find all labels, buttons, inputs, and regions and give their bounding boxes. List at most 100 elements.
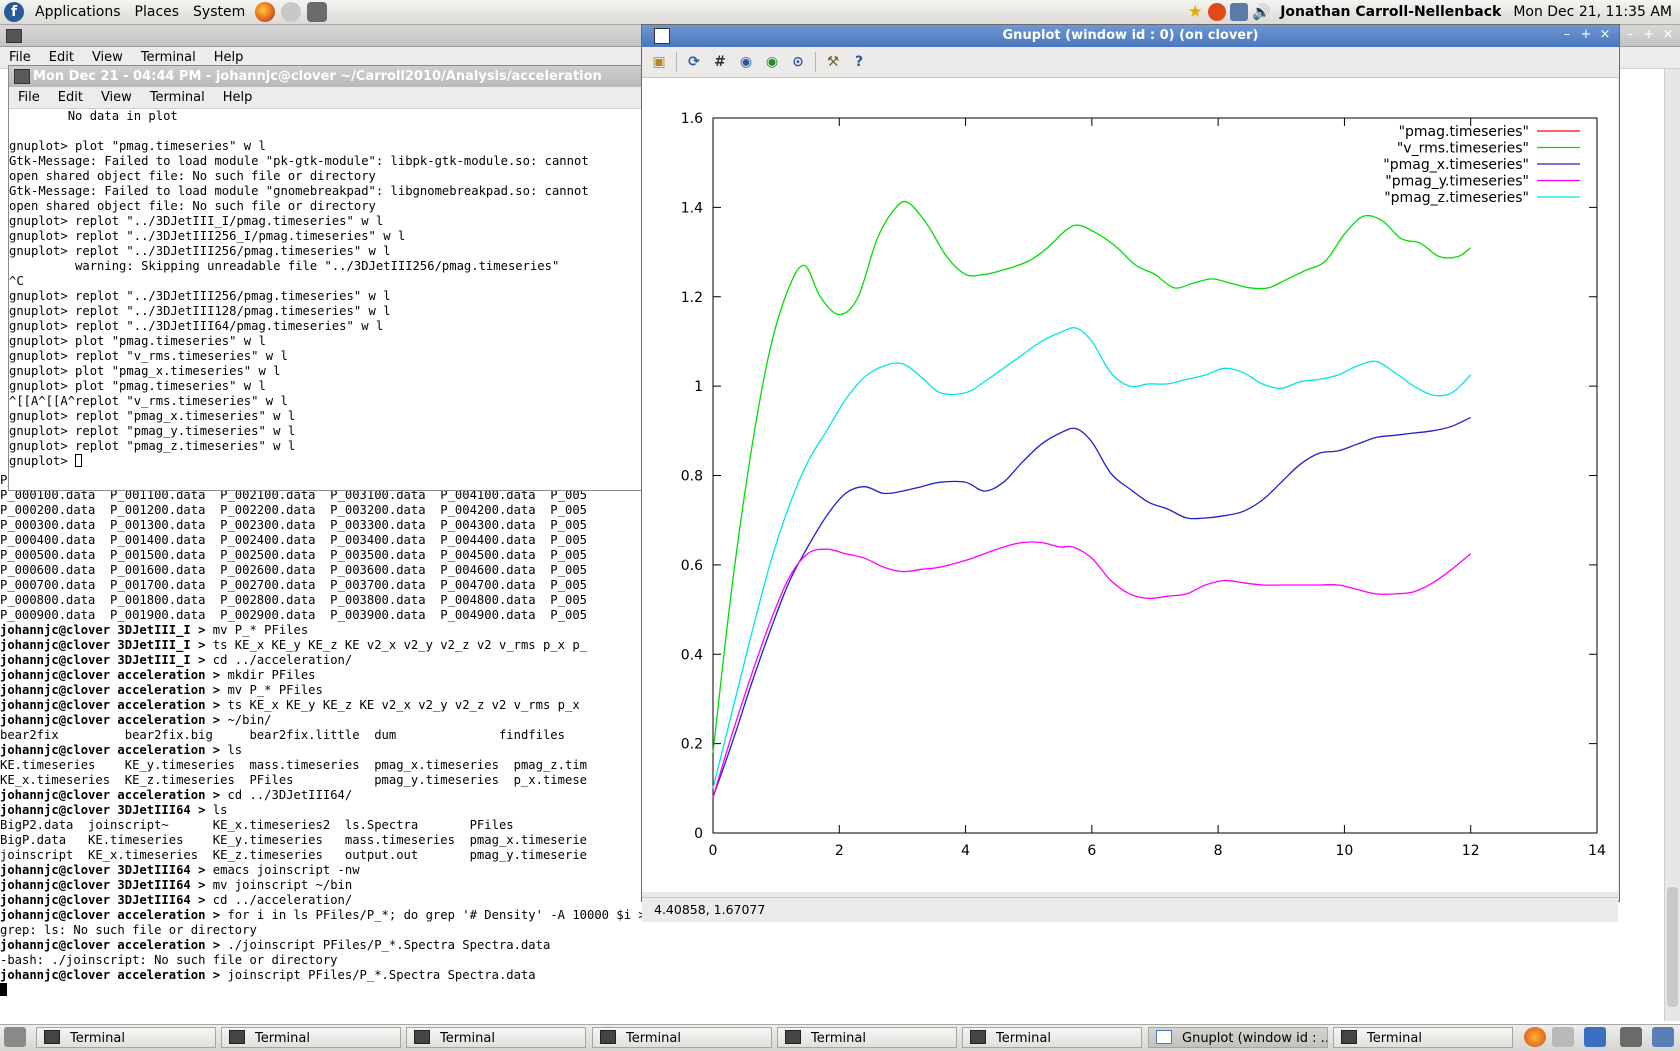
shell-command: ls <box>227 743 243 757</box>
shell-command: cd ../3DJetIII64/ <box>227 788 353 802</box>
shell-prompt: johannjc@clover 3DJetIII64 > <box>0 878 213 892</box>
trash-icon[interactable] <box>1652 1027 1674 1047</box>
series-line <box>712 416 1471 798</box>
y-tick-label: 1.4 <box>681 200 703 216</box>
taskbar-item[interactable]: Terminal <box>592 1027 772 1048</box>
replot-icon[interactable]: ⟳ <box>683 51 705 73</box>
shell-prompt: johannjc@clover acceleration > <box>0 908 228 922</box>
volume-icon[interactable]: 🔊 <box>1252 3 1271 21</box>
shell-prompt: johannjc@clover 3DJetIII_I > <box>0 653 213 667</box>
minimize-icon[interactable]: – <box>1622 28 1638 42</box>
y-tick-label: 0.2 <box>681 737 703 753</box>
shell-prompt: johannjc@clover 3DJetIII64 > <box>0 803 213 817</box>
terminal-icon <box>44 1030 60 1044</box>
terminal-scrollbar[interactable] <box>1664 69 1680 1021</box>
gnuplot-titlebar[interactable]: Gnuplot (window id : 0) (on clover) – + … <box>642 25 1619 47</box>
autoscale-icon[interactable]: ⊙ <box>787 51 809 73</box>
taskbar-item[interactable]: Terminal <box>221 1027 401 1048</box>
terminal-line: open shared object file: No such file or… <box>9 199 376 213</box>
user-name[interactable]: Jonathan Carroll-Nellenback <box>1280 4 1501 20</box>
terminal-line: gnuplot> plot "pmag.timeseries" w l <box>9 379 266 393</box>
shell-command: ./joinscript PFiles/P_*.Spectra Spectra.… <box>227 938 551 952</box>
taskbar-item[interactable]: Terminal <box>1333 1027 1513 1048</box>
shell-output: P_000900.data P_001900.data P_002900.dat… <box>0 608 587 622</box>
task-label: Terminal <box>255 1031 310 1046</box>
firefox-tray-icon[interactable] <box>1524 1027 1546 1047</box>
menu-file[interactable]: File <box>9 87 49 108</box>
gnuplot-prompt-line: gnuplot> <box>9 454 641 469</box>
grid-icon[interactable]: # <box>709 51 731 73</box>
toolbar-separator <box>676 52 677 72</box>
system-tray: ★ 🔊 Jonathan Carroll-Nellenback Mon Dec … <box>1184 0 1680 24</box>
minimize-icon[interactable]: – <box>1559 28 1575 42</box>
toolbar-separator <box>815 52 816 72</box>
maximize-icon[interactable]: + <box>1641 28 1657 42</box>
series-line <box>712 200 1472 753</box>
gnuplot-terminal-output[interactable]: No data in plot gnuplot> plot "pmag.time… <box>9 109 641 469</box>
mail-launcher-icon[interactable] <box>281 2 302 22</box>
fedora-logo-icon[interactable]: f <box>4 2 24 22</box>
y-tick-label: 1.2 <box>681 290 703 306</box>
terminal-line: gnuplot> plot "pmag.timeseries" w l <box>9 139 266 153</box>
shell-prompt: johannjc@clover acceleration > <box>0 938 228 952</box>
terminal-line: gnuplot> replot "../3DJetIII256/pmag.tim… <box>9 244 391 258</box>
taskbar-item[interactable]: Terminal <box>406 1027 586 1048</box>
help-icon[interactable]: ? <box>848 51 870 73</box>
places-menu[interactable]: Places <box>128 0 187 24</box>
legend-label: "pmag_y.timeseries" <box>1385 174 1529 190</box>
clock[interactable]: Mon Dec 21, 11:35 AM <box>1513 4 1672 20</box>
close-icon[interactable]: × <box>1660 28 1676 42</box>
close-icon[interactable]: × <box>1597 28 1613 42</box>
shell-output: bear2fix bear2fix.big bear2fix.little du… <box>0 728 565 742</box>
network-tray-icon[interactable] <box>1620 1027 1642 1047</box>
applications-menu[interactable]: Applications <box>28 0 128 24</box>
maximize-icon[interactable]: + <box>1578 28 1594 42</box>
zoom-previous-icon[interactable]: ◉ <box>735 51 757 73</box>
network-icon[interactable] <box>1230 3 1249 21</box>
system-menu[interactable]: System <box>186 0 252 24</box>
menu-edit[interactable]: Edit <box>49 87 92 108</box>
menu-help[interactable]: Help <box>214 87 262 108</box>
settings-icon[interactable]: ⚒ <box>822 51 844 73</box>
terminal-icon <box>414 1030 430 1044</box>
terminal-line: gnuplot> replot "pmag_z.timeseries" w l <box>9 439 296 453</box>
window-title: Gnuplot (window id : 0) (on clover) <box>1002 28 1259 43</box>
taskbar-item[interactable]: Terminal <box>962 1027 1142 1048</box>
star-icon[interactable]: ★ <box>1186 3 1204 21</box>
window-list-icon[interactable] <box>1552 1027 1574 1047</box>
terminal-line: open shared object file: No such file or… <box>9 169 376 183</box>
taskbar-item[interactable]: Terminal <box>777 1027 957 1048</box>
terminal-icon <box>785 1030 801 1044</box>
scrollbar-thumb[interactable] <box>1667 887 1678 1007</box>
zoom-next-icon[interactable]: ◉ <box>761 51 783 73</box>
shell-output: P_000800.data P_001800.data P_002800.dat… <box>0 593 587 607</box>
shell-command: ls <box>212 803 228 817</box>
shell-prompt: johannjc@clover acceleration > <box>0 698 228 712</box>
terminal-icon <box>14 69 30 84</box>
shell-command: cd ../acceleration/ <box>212 653 353 667</box>
taskbar-item-gnuplot[interactable]: Gnuplot (window id : ... <box>1148 1027 1328 1048</box>
terminal-icon <box>1341 1030 1357 1044</box>
y-tick-label: 1.6 <box>681 111 703 127</box>
x-tick-label: 6 <box>1087 843 1096 859</box>
shell-command: cd ../acceleration/ <box>212 893 353 907</box>
terminal-line: gnuplot> replot "../3DJetIII_I/pmag.time… <box>9 214 384 228</box>
plot-area[interactable]: 0 2 4 6 8 10 12 14 0 0.2 0.4 0.6 0.8 1 1.2 1.4 1.6 "pmag.… <box>642 78 1618 892</box>
update-alert-icon[interactable] <box>1208 3 1227 21</box>
menu-terminal[interactable]: Terminal <box>141 87 214 108</box>
chart[interactable]: 0 2 4 6 8 10 12 14 0 0.2 0.4 0.6 0.8 1 1.2 1.4 1.6 "pmag.… <box>642 78 1618 892</box>
firefox-launcher-icon[interactable] <box>255 2 276 22</box>
calculator-launcher-icon[interactable] <box>307 2 328 22</box>
gnuplot-terminal-titlebar[interactable]: Mon Dec 21 - 04:44 PM - johannjc@clover … <box>9 66 641 87</box>
window-title: Mon Dec 21 - 04:44 PM - johannjc@clover … <box>33 69 602 84</box>
task-label: Terminal <box>1367 1031 1422 1046</box>
shell-command: joinscript PFiles/P_*.Spectra Spectra.da… <box>227 968 536 982</box>
shell-prompt: johannjc@clover acceleration > <box>0 713 228 727</box>
terminal-line: -bash: ./joinscript: No such file or dir… <box>0 953 1662 968</box>
menu-view[interactable]: View <box>92 87 141 108</box>
workspace-switcher-icon[interactable] <box>1584 1027 1606 1047</box>
taskbar-item[interactable]: Terminal <box>36 1027 216 1048</box>
show-desktop-icon[interactable] <box>4 1027 26 1047</box>
copy-icon[interactable]: ▣ <box>648 51 670 73</box>
